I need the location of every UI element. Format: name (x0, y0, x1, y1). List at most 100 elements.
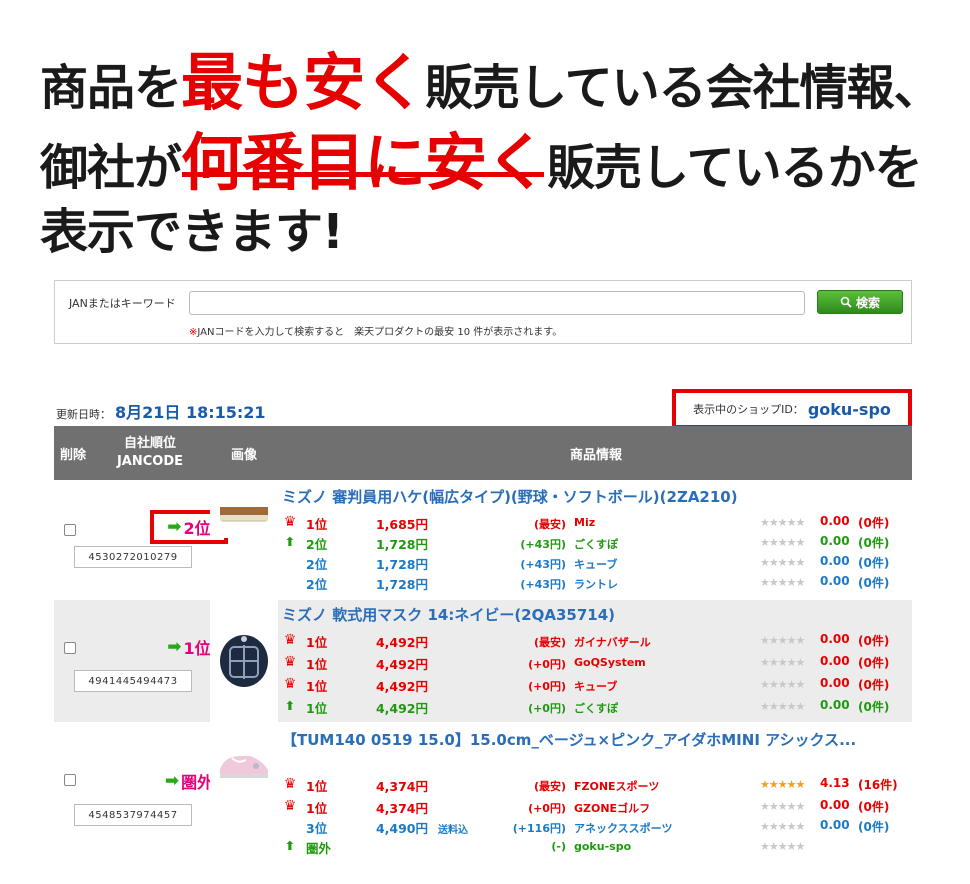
product-title-link[interactable]: ミズノ 審判員用ハケ(幅広タイプ)(野球・ソフトボール)(2ZA210) (282, 486, 738, 507)
own-rank-value: 圏外 (181, 773, 214, 792)
shop-name-link[interactable]: キューブ (574, 678, 617, 694)
price-value: 4,374円 (375, 779, 428, 794)
price-rank: 3位 (306, 821, 328, 836)
price-line: ⬆ 1位 4,492円 (+0円) ごくすぽ ★★★★★ 0.00 (0件) (280, 696, 912, 716)
rating-score: 0.00 (820, 534, 850, 548)
price-line: ⬆ 圏外 (-) goku-spo ★★★★★ (280, 836, 912, 856)
delete-checkbox[interactable] (64, 524, 76, 536)
emphasis-underline (182, 172, 544, 177)
price-line: ♛ 1位 4,374円 (+0円) GZONEゴルフ ★★★★★ 0.00 (0… (280, 796, 912, 816)
price-value: 1,728円 (375, 577, 428, 592)
review-count: (0件) (858, 634, 890, 648)
rating-stars-icon: ★★★★★ (760, 656, 805, 669)
shop-name-link[interactable]: FZONEスポーツ (574, 778, 659, 794)
shop-name-link[interactable]: ラントレ (574, 576, 618, 592)
price-value: 4,374円 (375, 801, 428, 816)
rating-stars-icon: ★★★★★ (760, 556, 805, 569)
shop-name-link[interactable]: goku-spo (574, 840, 631, 853)
crown-icon: ♛ (283, 776, 297, 792)
delete-checkbox[interactable] (64, 774, 76, 786)
product-title-link[interactable]: ミズノ 軟式用マスク 14:ネイビー(2QA35714) (282, 604, 615, 625)
rating-score: 0.00 (820, 514, 850, 528)
review-count: (0件) (858, 656, 890, 670)
review-count: (0件) (858, 800, 890, 814)
price-diff: (+0円) (528, 680, 566, 693)
shop-name-link[interactable]: アネックススポーツ (574, 820, 672, 836)
rating-score: 4.13 (820, 776, 850, 790)
review-count: (0件) (858, 700, 890, 714)
updated-label: 更新日時： (56, 408, 111, 421)
price-rank: 圏外 (306, 841, 332, 856)
price-rank: 2位 (306, 537, 328, 552)
price-rank: 1位 (306, 517, 328, 532)
price-diff: (+43円) (520, 538, 566, 551)
rating-stars-icon: ★★★★★ (760, 700, 805, 713)
price-value: 1,728円 (375, 537, 428, 552)
headline-emphasis: 何番目に安く (181, 126, 548, 199)
arrow-up-icon: ⬆ (284, 698, 296, 713)
price-rank: 2位 (306, 577, 328, 592)
price-line: 2位 1,728円 (+43円) キューブ ★★★★★ 0.00 (0件) (280, 552, 912, 572)
price-value: 4,492円 (375, 635, 428, 650)
search-button-label: 検索 (855, 295, 880, 310)
shop-name-link[interactable]: Miz (574, 516, 595, 529)
rating-stars-icon: ★★★★★ (760, 800, 805, 813)
review-count: (0件) (858, 820, 890, 834)
shop-name-link[interactable]: ガイナバザール (574, 634, 651, 650)
headline-text: 販売しているかを (547, 140, 923, 196)
price-diff: (+43円) (520, 558, 566, 571)
price-rank: 1位 (306, 657, 328, 672)
price-line: ♛ 1位 4,492円 (最安) ガイナバザール ★★★★★ 0.00 (0件) (280, 630, 912, 650)
table-row: ➡ 2位 4530272010279 ミズノ 審判員用ハケ(幅広タイプ)(野球・ソフト… (54, 482, 912, 598)
jancode-field[interactable]: 4530272010279 (74, 546, 192, 568)
headline-emphasis: 最も安く (181, 46, 426, 119)
shop-name-link[interactable]: ごくすぽ (574, 700, 618, 716)
rating-score: 0.00 (820, 632, 850, 646)
own-rank-value: 1位 (183, 639, 211, 658)
price-value: 4,492円 (375, 679, 428, 694)
note-text: JANコードを入力して検索すると 楽天プロダクトの最安 10 件が表示されます。 (197, 327, 563, 338)
product-title-link[interactable]: 【TUM140 0519 15.0】15.0cm_ベージュ×ピンク_アイダホMI… (282, 730, 882, 750)
updated-value: 8月21日 18:15:21 (115, 403, 266, 422)
own-rank-value: 2位 (183, 519, 211, 538)
rating-stars-icon: ★★★★★ (760, 536, 805, 549)
magnifier-icon (840, 296, 852, 308)
shop-name-link[interactable]: GZONEゴルフ (574, 800, 650, 816)
arrow-right-icon: ➡ (167, 637, 182, 657)
price-diff: (最安) (533, 636, 566, 649)
jancode-field[interactable]: 4941445494473 (74, 670, 192, 692)
jancode-field[interactable]: 4548537974457 (74, 804, 192, 826)
search-label: JANまたはキーワード (69, 297, 176, 310)
price-line: ♛ 1位 4,492円 (+0円) GoQSystem ★★★★★ 0.00 (… (280, 652, 912, 672)
header-rank: 自社順位 (123, 436, 176, 451)
price-diff: (+43円) (520, 578, 566, 591)
rating-stars-icon: ★★★★★ (760, 634, 805, 647)
shop-name-link[interactable]: GoQSystem (574, 656, 646, 669)
header-delete: 削除 (59, 448, 86, 463)
shop-name-link[interactable]: キューブ (574, 556, 617, 572)
delete-checkbox[interactable] (64, 642, 76, 654)
price-rank: 2位 (306, 557, 328, 572)
search-note: ※JANコードを入力して検索すると 楽天プロダクトの最安 10 件が表示されます… (189, 323, 562, 338)
price-rank: 1位 (306, 679, 328, 694)
table-header: 削除 自社順位 JANCODE 画像 商品情報 (54, 426, 912, 480)
price-value: 4,490円 (375, 821, 428, 836)
rating-stars-icon: ★★★★★ (760, 576, 805, 589)
crown-icon: ♛ (283, 676, 297, 692)
rating-score: 0.00 (820, 574, 850, 588)
table-row: ➡ 1位 4941445494473 ミズノ 軟式用マスク 14:ネイビー(2QA35… (54, 600, 912, 722)
review-count: (16件) (858, 778, 898, 792)
rating-score: 0.00 (820, 654, 850, 668)
price-rank: 1位 (306, 801, 328, 816)
headline-line-3: 表示できます! (40, 204, 344, 260)
search-input[interactable] (189, 291, 805, 315)
product-thumbnail[interactable] (210, 600, 278, 722)
shop-name-link[interactable]: ごくすぽ (574, 536, 618, 552)
review-count: (0件) (858, 576, 890, 590)
product-thumbnail[interactable] (210, 734, 278, 794)
search-panel: JANまたはキーワード 検索 ※JANコードを入力して検索すると 楽天プロダクト… (54, 280, 912, 344)
product-thumbnail[interactable] (210, 488, 278, 538)
arrow-right-icon: ➡ (164, 771, 180, 791)
crown-icon: ♛ (283, 654, 297, 670)
search-button[interactable]: 検索 (817, 290, 903, 314)
